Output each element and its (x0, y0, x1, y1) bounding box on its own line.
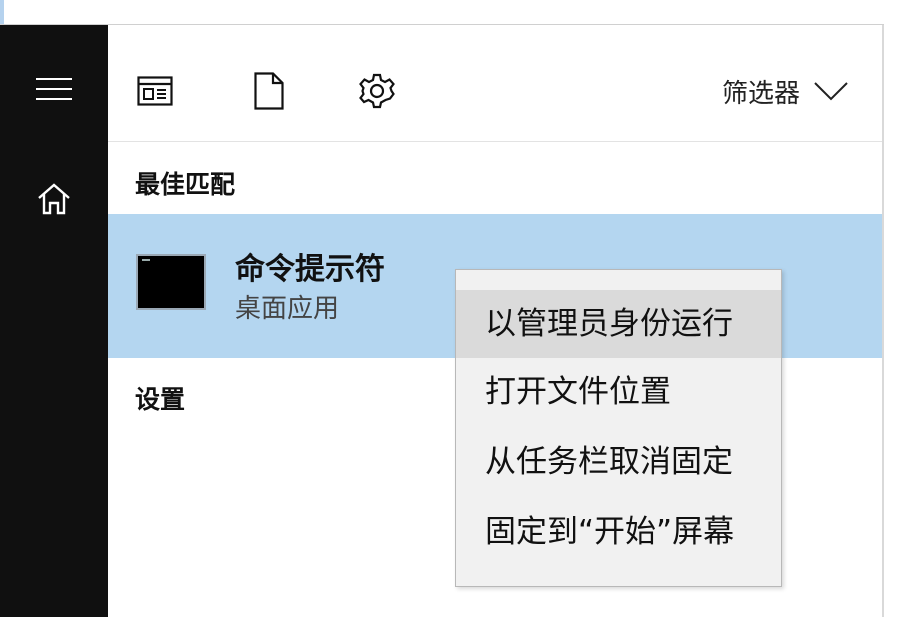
menu-item-run-as-admin[interactable]: 以管理员身份运行 (456, 290, 781, 358)
window-top-strip (0, 0, 907, 25)
panel-right-border (882, 25, 884, 617)
command-prompt-app-icon (136, 254, 206, 310)
menu-item-pin-to-start[interactable]: 固定到“开始”屏幕 (456, 498, 781, 566)
chevron-down-icon (814, 82, 848, 101)
search-toolbar: 筛选器 (108, 25, 884, 142)
best-match-heading: 最佳匹配 (135, 170, 236, 199)
app-window-icon (137, 76, 173, 106)
sidebar (0, 25, 108, 617)
home-button[interactable] (0, 167, 108, 231)
apps-filter-button[interactable] (133, 69, 177, 113)
home-icon (38, 183, 70, 215)
background-window-edge (0, 0, 4, 25)
menu-item-open-file-location[interactable]: 打开文件位置 (456, 358, 781, 426)
hamburger-menu-icon (36, 78, 72, 100)
gear-icon (359, 73, 395, 109)
hamburger-menu-button[interactable] (0, 57, 108, 121)
app-type: 桌面应用 (235, 294, 340, 324)
filter-dropdown[interactable]: 筛选器 (722, 69, 848, 113)
documents-filter-button[interactable] (247, 69, 291, 113)
prompt-cursor-icon (142, 259, 150, 261)
settings-heading: 设置 (135, 385, 186, 414)
settings-filter-button[interactable] (355, 69, 399, 113)
context-menu: 以管理员身份运行 打开文件位置 从任务栏取消固定 固定到“开始”屏幕 (455, 269, 782, 587)
filter-label: 筛选器 (721, 78, 800, 109)
app-name: 命令提示符 (235, 252, 385, 287)
document-icon (254, 72, 284, 110)
menu-item-unpin-from-taskbar[interactable]: 从任务栏取消固定 (456, 428, 781, 496)
